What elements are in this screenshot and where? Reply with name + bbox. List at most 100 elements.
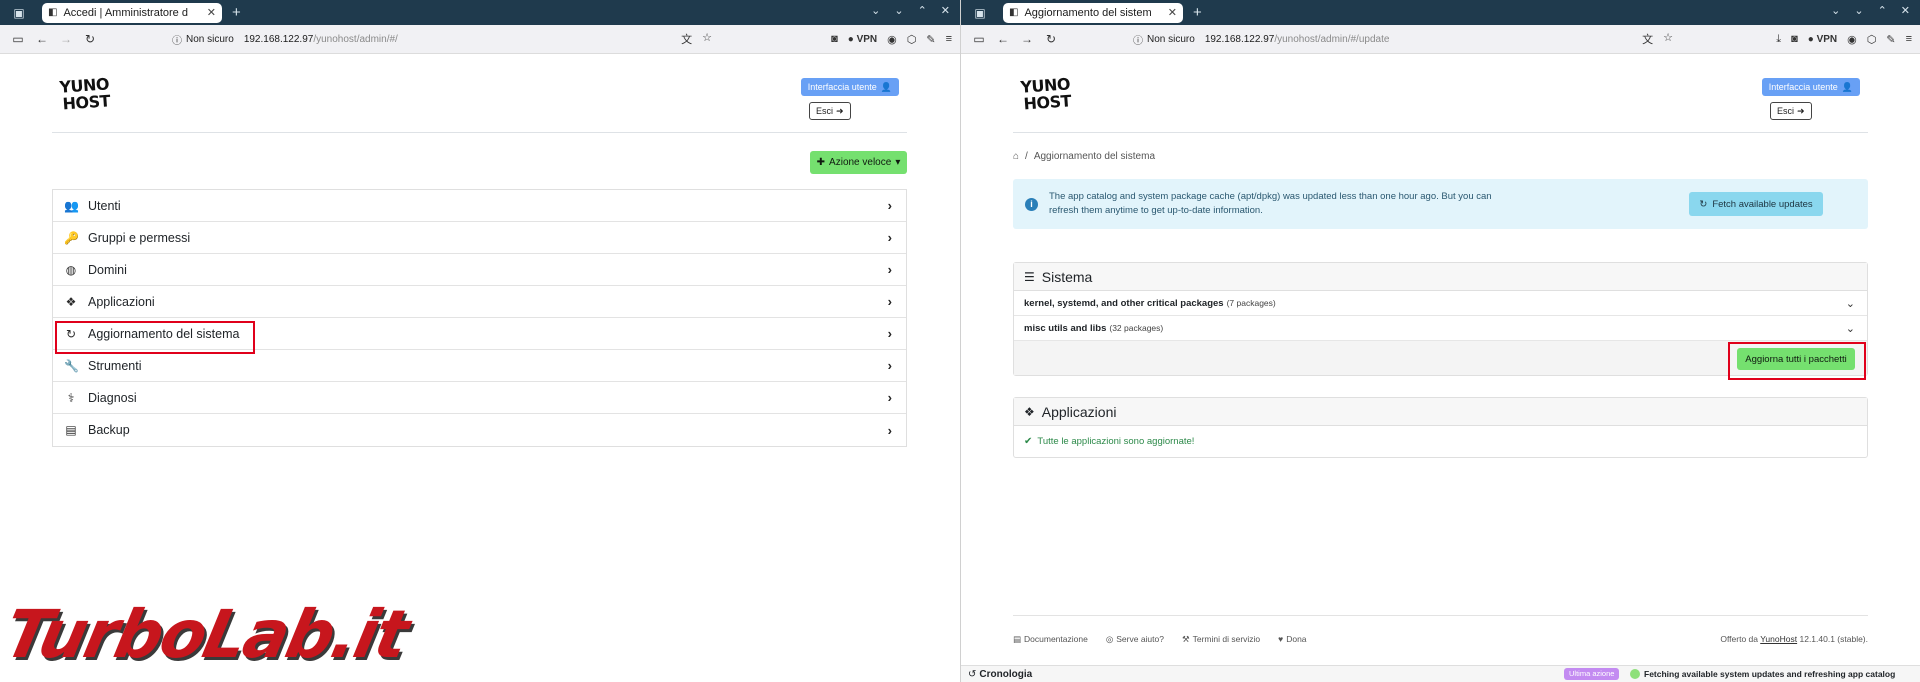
screenshot-icon[interactable]: ◙ bbox=[1791, 33, 1798, 45]
forward-icon[interactable]: → bbox=[1015, 32, 1039, 46]
translate-icon[interactable]: 文 bbox=[681, 31, 692, 47]
insecure-lock-icon[interactable]: ⓘ bbox=[1133, 32, 1143, 47]
minimize-icon[interactable]: ⌄ bbox=[1854, 4, 1863, 17]
cubes-icon: ❖ bbox=[1024, 404, 1035, 419]
user-icon: 👤 bbox=[880, 81, 892, 92]
screenshot-icon[interactable]: ◙ bbox=[831, 33, 838, 45]
chevron-right-icon: › bbox=[887, 294, 892, 309]
package-group-row[interactable]: kernel, systemd, and other critical pack… bbox=[1014, 291, 1867, 316]
account-icon[interactable]: ◉ bbox=[1847, 33, 1857, 46]
reload-icon[interactable]: ↻ bbox=[1039, 32, 1063, 46]
chevron-right-icon: › bbox=[887, 198, 892, 213]
sidebar-toggle-icon[interactable]: ▭ bbox=[6, 32, 30, 46]
close-tab-icon[interactable]: ✕ bbox=[1168, 6, 1177, 19]
menu-item-label: Backup bbox=[88, 423, 130, 437]
url-bar[interactable]: ⓘ Non sicuro 192.168.122.97 /yunohost/ad… bbox=[172, 29, 712, 49]
user-interface-button[interactable]: Interfaccia utente 👤 bbox=[800, 78, 899, 96]
extensions-icon[interactable]: ⬡ bbox=[907, 33, 917, 46]
package-group-row[interactable]: misc utils and libs (32 packages) ⌄ bbox=[1014, 316, 1867, 341]
menu-item-diagnosi[interactable]: ⚕ Diagnosi › bbox=[53, 382, 906, 414]
menu-item-domini[interactable]: ◍ Domini › bbox=[53, 254, 906, 286]
upgrade-all-packages-button[interactable]: Aggiorna tutti i pacchetti bbox=[1728, 342, 1866, 380]
logout-button[interactable]: Esci ➜ bbox=[1770, 102, 1812, 120]
logout-button[interactable]: Esci ➜ bbox=[809, 102, 851, 120]
maximize-icon[interactable]: ⌃ bbox=[1878, 4, 1887, 17]
forward-icon[interactable]: → bbox=[54, 32, 78, 46]
archive-icon: ▤ bbox=[65, 423, 77, 437]
breadcrumb-separator: / bbox=[1025, 151, 1028, 162]
extensions-icon[interactable]: ⬡ bbox=[1867, 33, 1877, 46]
footer-link-terms[interactable]: ⚒ Termini di servizio bbox=[1182, 634, 1260, 645]
refresh-icon: ↻ bbox=[1699, 198, 1708, 210]
tab-overview-icon[interactable]: ▣ bbox=[969, 6, 991, 20]
minimize-icon[interactable]: ⌄ bbox=[894, 4, 903, 17]
menu-icon[interactable]: ≡ bbox=[946, 33, 952, 45]
tab-overview-icon[interactable]: ▣ bbox=[8, 6, 30, 20]
menu-item-label: Utenti bbox=[88, 198, 121, 213]
tab-strip: ▣ ◧ Aggiornamento del sistem ✕ + ⌄ ⌄ ⌃ ✕ bbox=[961, 0, 1920, 25]
back-icon[interactable]: ← bbox=[991, 32, 1015, 46]
yunohost-link[interactable]: YunoHost bbox=[1760, 634, 1797, 644]
reload-icon[interactable]: ↻ bbox=[78, 32, 102, 46]
security-label: Non sicuro bbox=[1147, 33, 1195, 45]
close-window-icon[interactable]: ✕ bbox=[941, 4, 950, 17]
refresh-icon: ↻ bbox=[65, 326, 77, 341]
tab-list-icon[interactable]: ⌄ bbox=[871, 4, 880, 17]
menu-item-backup[interactable]: ▤ Backup › bbox=[53, 414, 906, 446]
menu-item-utenti[interactable]: 👥 Utenti › bbox=[53, 190, 906, 222]
tab-active[interactable]: ◧ Accedi | Amministratore d ✕ bbox=[42, 2, 222, 23]
menu-item-aggiornamento-del-sistema[interactable]: ↻ Aggiornamento del sistema › bbox=[53, 318, 906, 354]
footer-link-docs[interactable]: ▤ Documentazione bbox=[1013, 634, 1088, 645]
menu-item-label: Gruppi e permessi bbox=[88, 230, 191, 245]
sidebar-toggle-icon[interactable]: ▭ bbox=[967, 32, 991, 46]
chevron-down-icon[interactable]: ⌄ bbox=[1846, 297, 1855, 310]
footer-divider bbox=[1013, 615, 1868, 616]
vpn-button[interactable]: ● VPN bbox=[848, 34, 877, 45]
customize-icon[interactable]: ✎ bbox=[926, 33, 935, 46]
nav-bar: ▭ ← → ↻ ⓘ Non sicuro 192.168.122.97 /yun… bbox=[0, 25, 960, 54]
home-icon[interactable]: ⌂ bbox=[1013, 151, 1019, 162]
bookmark-star-icon[interactable]: ☆ bbox=[702, 31, 712, 47]
close-window-icon[interactable]: ✕ bbox=[1901, 4, 1910, 17]
breadcrumb: ⌂ / Aggiornamento del sistema bbox=[1013, 151, 1155, 162]
menu-item-label: Domini bbox=[88, 262, 127, 277]
menu-item-label: Applicazioni bbox=[88, 294, 155, 309]
translate-icon[interactable]: 文 bbox=[1642, 31, 1653, 47]
close-tab-icon[interactable]: ✕ bbox=[207, 6, 216, 19]
history-bar[interactable]: ↺ Cronologia Ultima azione Fetching avai… bbox=[961, 665, 1920, 682]
account-icon[interactable]: ◉ bbox=[887, 33, 897, 46]
url-path: /yunohost/admin/#/ bbox=[313, 33, 398, 45]
info-icon: i bbox=[1025, 198, 1038, 211]
downloads-icon[interactable]: ⤓ bbox=[1776, 33, 1781, 46]
tab-strip: ▣ ◧ Accedi | Amministratore d ✕ + ⌄ ⌄ ⌃ … bbox=[0, 0, 960, 25]
yunohost-logo[interactable]: YUNO HOST bbox=[59, 74, 111, 113]
tab-list-icon[interactable]: ⌄ bbox=[1831, 4, 1840, 17]
quick-action-button[interactable]: ✚ Azione veloce ▾ bbox=[810, 151, 907, 174]
customize-icon[interactable]: ✎ bbox=[1886, 33, 1895, 46]
menu-item-strumenti[interactable]: 🔧 Strumenti › bbox=[53, 350, 906, 382]
yunohost-logo[interactable]: YUNO HOST bbox=[1020, 74, 1072, 113]
footer-credit: Offerto da YunoHost 12.1.40.1 (stable). bbox=[1720, 634, 1868, 644]
user-interface-button[interactable]: Interfaccia utente 👤 bbox=[1761, 78, 1860, 96]
bookmark-star-icon[interactable]: ☆ bbox=[1663, 31, 1673, 47]
url-bar[interactable]: ⓘ Non sicuro 192.168.122.97 /yunohost/ad… bbox=[1133, 29, 1673, 49]
chevron-down-icon[interactable]: ⌄ bbox=[1846, 322, 1855, 335]
menu-item-applicazioni[interactable]: ❖ Applicazioni › bbox=[53, 286, 906, 318]
header-divider bbox=[52, 132, 907, 133]
vpn-button[interactable]: ● VPN bbox=[1808, 34, 1837, 45]
menu-item-label: Diagnosi bbox=[88, 390, 137, 405]
back-icon[interactable]: ← bbox=[30, 32, 54, 46]
menu-item-label: Aggiornamento del sistema bbox=[88, 326, 240, 341]
insecure-lock-icon[interactable]: ⓘ bbox=[172, 32, 182, 47]
tab-active[interactable]: ◧ Aggiornamento del sistem ✕ bbox=[1003, 2, 1183, 23]
turbolab-watermark: TurboLab.it bbox=[0, 596, 414, 673]
new-tab-icon[interactable]: + bbox=[1193, 4, 1202, 21]
menu-item-gruppi-e-permessi[interactable]: 🔑 Gruppi e permessi › bbox=[53, 222, 906, 254]
footer-link-donate[interactable]: ♥ Dona bbox=[1278, 634, 1306, 645]
new-tab-icon[interactable]: + bbox=[232, 4, 241, 21]
maximize-icon[interactable]: ⌃ bbox=[918, 4, 927, 17]
nav-bar: ▭ ← → ↻ ⓘ Non sicuro 192.168.122.97 /yun… bbox=[961, 25, 1920, 54]
fetch-updates-button[interactable]: ↻ Fetch available updates bbox=[1689, 192, 1823, 216]
menu-icon[interactable]: ≡ bbox=[1906, 33, 1912, 45]
footer-link-help[interactable]: ◎ Serve aiuto? bbox=[1106, 634, 1164, 645]
